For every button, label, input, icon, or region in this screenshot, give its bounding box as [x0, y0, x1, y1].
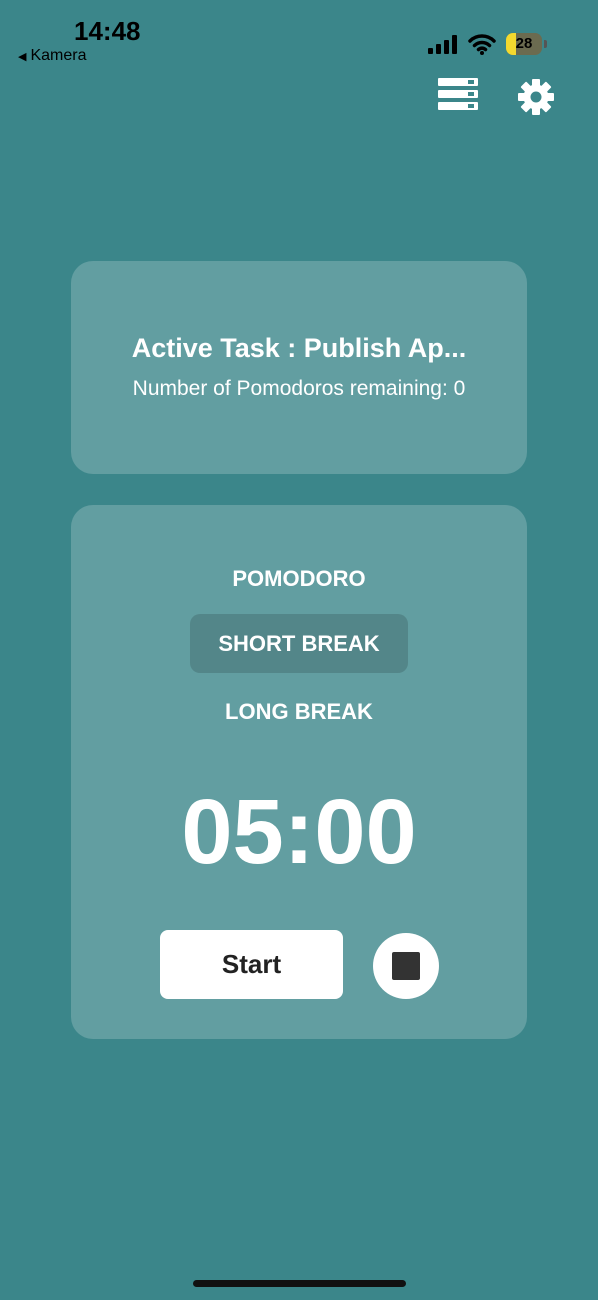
- task-list-icon[interactable]: [438, 78, 478, 110]
- battery-cap: [544, 40, 547, 48]
- back-to-camera-link[interactable]: ◀ Kamera: [18, 47, 87, 65]
- pomodoros-remaining-text: Number of Pomodoros remaining: 0: [132, 377, 466, 400]
- back-link-label: Kamera: [30, 47, 87, 64]
- signal-icon: [428, 35, 457, 54]
- home-indicator[interactable]: [193, 1280, 406, 1287]
- mode-long-break-button[interactable]: LONG BREAK: [225, 699, 373, 725]
- active-task-title: Active Task : Publish Ap...: [131, 333, 467, 363]
- wifi-icon: [468, 34, 496, 55]
- status-bar: 14:48 ◀ Kamera 28: [0, 0, 598, 70]
- battery-body: 28: [506, 33, 542, 55]
- timer-card: POMODORO SHORT BREAK LONG BREAK 05:00 St…: [71, 505, 527, 1039]
- stop-button[interactable]: [373, 933, 439, 999]
- stop-icon: [392, 952, 420, 980]
- start-button[interactable]: Start: [160, 930, 343, 999]
- status-time: 14:48: [74, 16, 141, 46]
- battery-level: 28: [515, 35, 533, 52]
- mode-short-break-button[interactable]: SHORT BREAK: [190, 614, 408, 673]
- toolbar: [0, 70, 598, 130]
- battery-icon: 28: [506, 33, 548, 55]
- mode-pomodoro-button[interactable]: POMODORO: [232, 566, 365, 592]
- back-arrow-icon: ◀: [18, 50, 27, 63]
- timer-display: 05:00: [181, 781, 417, 883]
- active-task-card: Active Task : Publish Ap... Number of Po…: [71, 261, 527, 474]
- gear-icon[interactable]: [517, 78, 555, 116]
